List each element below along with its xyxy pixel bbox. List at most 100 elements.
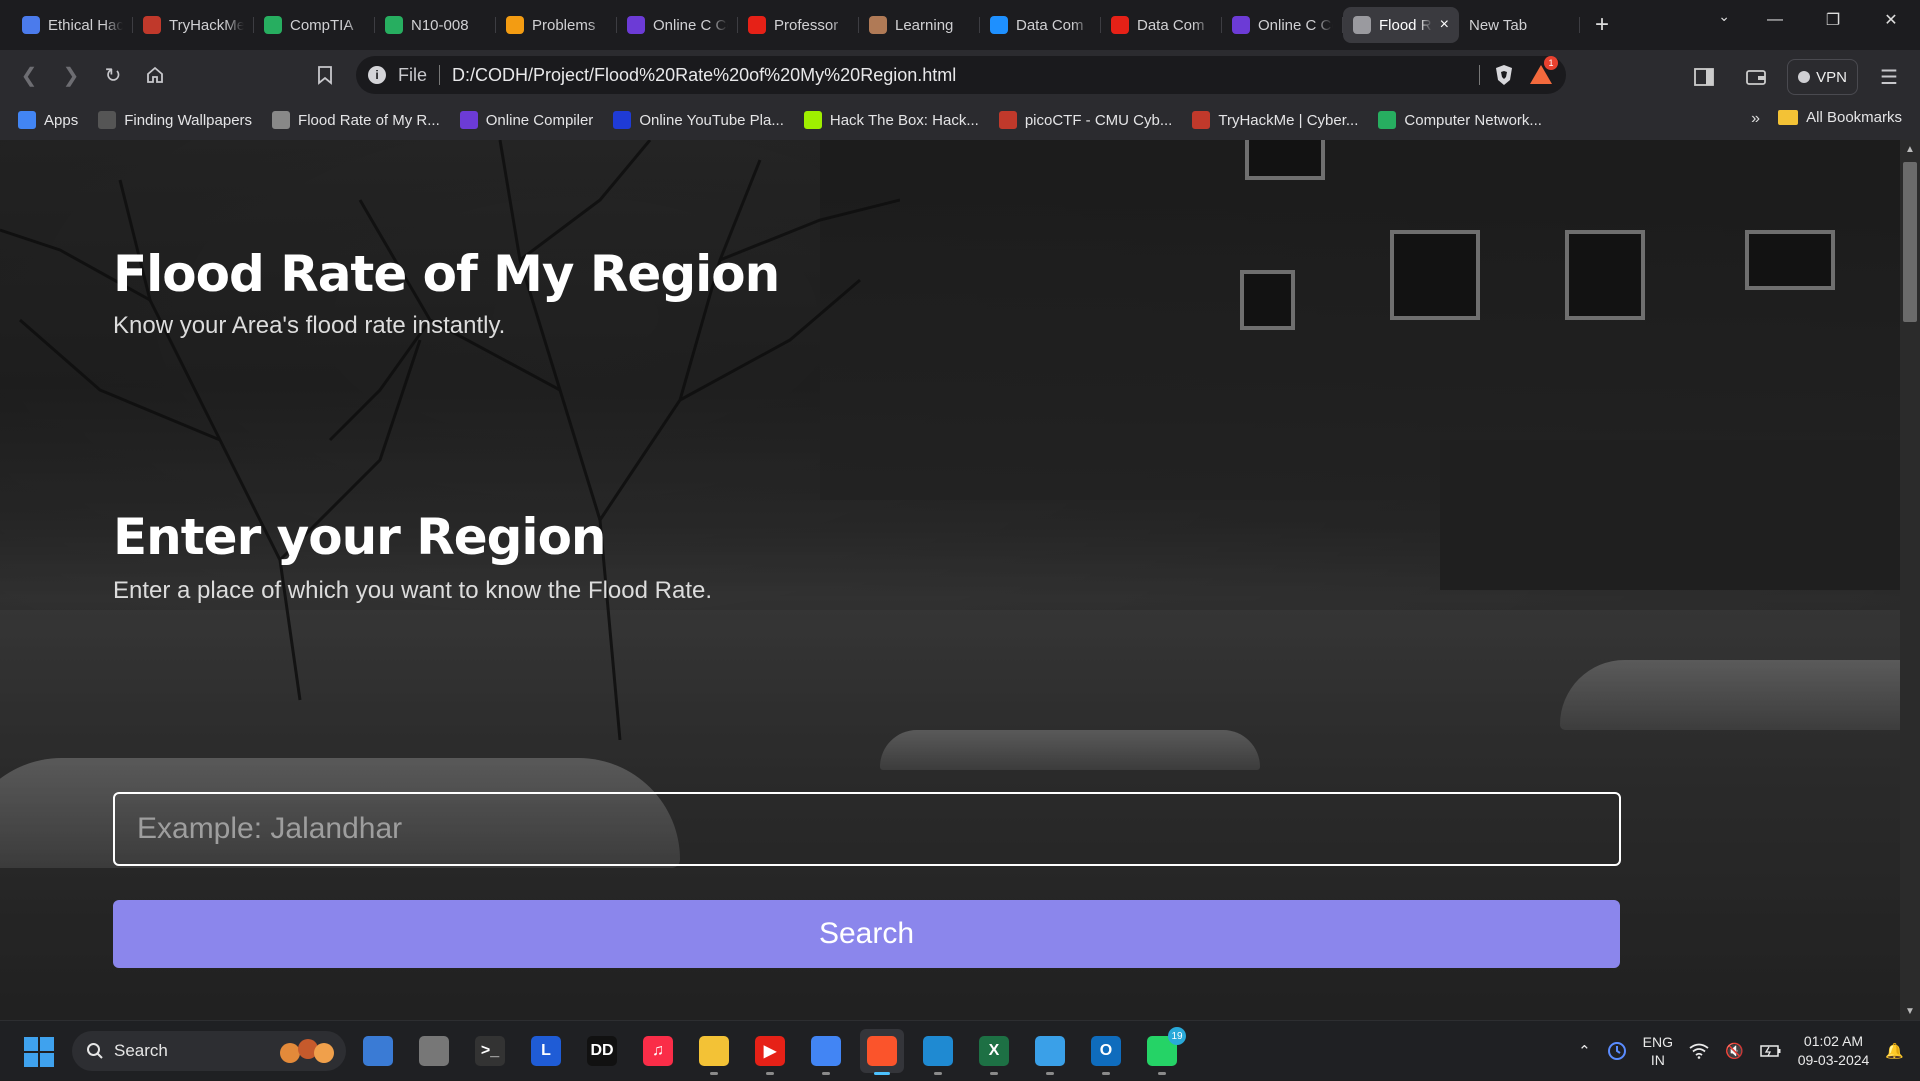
taskbar-app[interactable]: ♫	[636, 1029, 680, 1073]
taskbar-app[interactable]: ▶	[748, 1029, 792, 1075]
taskbar-app[interactable]	[692, 1029, 736, 1075]
page-subtitle: Know your Area's flood rate instantly.	[113, 312, 506, 339]
scroll-thumb[interactable]	[1903, 162, 1917, 322]
notepad-icon	[1035, 1036, 1065, 1066]
search-button[interactable]: Search	[113, 900, 1620, 968]
taskbar-app[interactable]: X	[972, 1029, 1016, 1075]
tab[interactable]: Online C Compiler	[1222, 7, 1343, 43]
show-hidden-icons-icon[interactable]: ⌃	[1578, 1042, 1591, 1060]
page-scrollbar[interactable]: ▲ ▼	[1900, 140, 1920, 1020]
bookmark-item[interactable]: TryHackMe | Cyber...	[1192, 111, 1358, 129]
system-tray: ⌃ ENG IN 🔇 01:02 AM 09-03-2024 🔔	[1578, 1021, 1920, 1081]
tab-label: TryHackMe	[169, 16, 244, 34]
taskbar-search[interactable]: Search	[72, 1031, 346, 1071]
tab[interactable]: Data Com	[980, 7, 1101, 43]
scroll-up-icon[interactable]: ▲	[1904, 144, 1916, 155]
tab[interactable]: CompTIA	[254, 7, 375, 43]
reload-icon[interactable]: ↻	[92, 54, 134, 96]
all-bookmarks-button[interactable]: All Bookmarks	[1778, 109, 1902, 126]
tab-active[interactable]: Flood Rate of My Region ×	[1343, 7, 1459, 43]
volume-muted-icon[interactable]: 🔇	[1725, 1042, 1744, 1060]
bookmarks-list: Apps Finding Wallpapers Flood Rate of My R…	[18, 111, 1562, 129]
lang-bottom: IN	[1650, 1052, 1665, 1068]
close-window-icon[interactable]: ✕	[1862, 0, 1920, 40]
tab[interactable]: TryHackMe	[133, 7, 254, 43]
bookmark-item[interactable]: picoCTF - CMU Cyb...	[998, 111, 1172, 129]
minimize-icon[interactable]: —	[1746, 0, 1804, 40]
scroll-down-icon[interactable]: ▼	[1904, 1006, 1916, 1017]
restore-icon[interactable]: ❐	[1804, 0, 1862, 40]
notification-bell-icon[interactable]: 🔔	[1885, 1042, 1904, 1060]
tab-label: Learning	[895, 16, 954, 34]
taskbar-app[interactable]: >_	[468, 1029, 512, 1073]
tab-search-chevron-icon[interactable]: ⌄	[1718, 8, 1730, 25]
brave-shields-icon[interactable]	[1492, 63, 1516, 87]
sidebar-icon[interactable]	[1683, 56, 1725, 98]
bookmark-item[interactable]: Apps	[18, 111, 78, 129]
paypal-icon	[990, 16, 1008, 34]
region-search-input[interactable]	[113, 792, 1621, 866]
clock-app-icon[interactable]	[1607, 1041, 1627, 1061]
taskbar-clock[interactable]: 01:02 AM 09-03-2024	[1798, 1032, 1870, 1070]
brave-rewards-icon[interactable]: 1	[1528, 56, 1558, 88]
music-icon: ♫	[643, 1036, 673, 1066]
divider	[1479, 65, 1480, 85]
taskbar-app[interactable]: 19	[1140, 1027, 1186, 1075]
tab[interactable]: Online C Compiler	[617, 7, 738, 43]
copilot-icon	[363, 1036, 393, 1066]
info-icon[interactable]: i	[368, 66, 386, 84]
taskbar-app[interactable]: O	[1084, 1029, 1128, 1075]
running-indicator	[766, 1072, 774, 1075]
toolbar-right: VPN ☰	[1683, 56, 1910, 98]
bookmark-item[interactable]: Finding Wallpapers	[98, 111, 252, 129]
battery-icon[interactable]	[1759, 1044, 1782, 1058]
taskbar-app[interactable]	[916, 1029, 960, 1075]
bookmarks-overflow-icon[interactable]: »	[1751, 110, 1760, 128]
language-indicator[interactable]: ENG IN	[1643, 1033, 1673, 1069]
taskbar-app[interactable]	[356, 1029, 400, 1073]
bookmark-item[interactable]: Flood Rate of My R...	[272, 111, 440, 129]
forward-icon[interactable]: ❯	[50, 54, 92, 96]
divider	[439, 65, 441, 85]
globe-icon	[272, 111, 291, 129]
taskbar-app[interactable]	[412, 1029, 456, 1073]
taskbar-app[interactable]: DD	[580, 1029, 624, 1073]
bookmark-item[interactable]: Hack The Box: Hack...	[803, 111, 979, 129]
browser-toolbar: ❮ ❯ ↻ i File D:/CODH/Project/Flood%20Rat…	[0, 50, 1920, 100]
tab[interactable]: Data Com	[1101, 7, 1222, 43]
bookmark-item[interactable]: Computer Network...	[1378, 111, 1542, 129]
taskbar-app[interactable]	[860, 1029, 904, 1075]
bookmark-item[interactable]: Online Compiler	[459, 111, 593, 129]
menu-icon[interactable]: ☰	[1868, 56, 1910, 98]
tabs-container: Ethical Hacking TryHackMe CompTIA N10-008 Pr…	[0, 7, 1580, 43]
taskbar-app[interactable]: L	[524, 1029, 568, 1073]
wifi-icon[interactable]	[1689, 1043, 1709, 1059]
tab[interactable]: N10-008	[375, 7, 496, 43]
new-tab-button[interactable]: +	[1584, 7, 1620, 43]
bookmark-label: Online YouTube Pla...	[639, 111, 784, 129]
tab-label: N10-008	[411, 16, 469, 34]
vpn-button[interactable]: VPN	[1787, 59, 1858, 95]
taskbar-apps: >_ L DD ♫ ▶ X O 19	[356, 1027, 1186, 1075]
tab[interactable]: Learning	[859, 7, 980, 43]
tab[interactable]: Ethical Hacking	[12, 7, 133, 43]
taskbar-app[interactable]	[804, 1029, 848, 1075]
windows-start-icon[interactable]	[24, 1037, 54, 1067]
tab[interactable]: New Tab	[1459, 7, 1580, 43]
close-tab-icon[interactable]: ×	[1440, 16, 1449, 34]
chrome-icon	[811, 1036, 841, 1066]
bookmark-item[interactable]: Online YouTube Pla...	[613, 111, 784, 129]
url-scheme: File	[398, 64, 428, 85]
folder-icon	[1778, 110, 1799, 125]
back-icon[interactable]: ❮	[8, 54, 50, 96]
tab[interactable]: Professor	[738, 7, 859, 43]
tab[interactable]: Problems	[496, 7, 617, 43]
bookmark-icon[interactable]	[304, 54, 346, 96]
taskbar-app[interactable]	[1028, 1029, 1072, 1075]
home-icon[interactable]	[134, 54, 176, 96]
wallet-icon[interactable]	[1735, 56, 1777, 98]
address-bar[interactable]: i File D:/CODH/Project/Flood%20Rate%20of…	[356, 56, 1566, 94]
tab-label: Ethical Hacking	[48, 16, 123, 34]
task-view-icon	[419, 1036, 449, 1066]
url-text[interactable]: D:/CODH/Project/Flood%20Rate%20of%20My%2…	[452, 65, 956, 86]
